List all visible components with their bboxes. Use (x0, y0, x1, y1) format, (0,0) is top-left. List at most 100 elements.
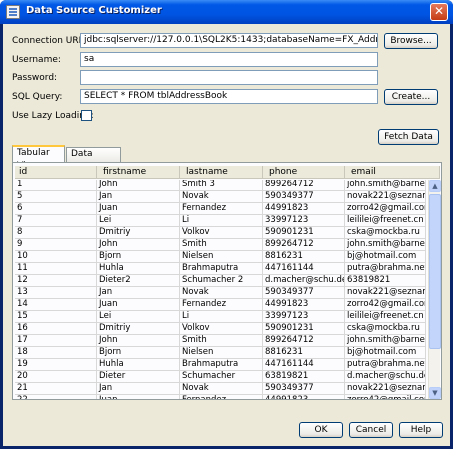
table-cell-id[interactable]: 20 (15, 371, 97, 383)
table-cell-email[interactable]: putra@brahma.net (345, 359, 426, 371)
table-row[interactable]: 15 Lei Li 33997123 leililei@freenet.cn (15, 311, 426, 323)
table-cell-email[interactable]: john.smith@barney... (345, 180, 426, 191)
table-cell-firstname[interactable]: Lei (97, 215, 180, 227)
table-cell-id[interactable]: 19 (15, 359, 97, 371)
table-cell-id[interactable]: 21 (15, 383, 97, 395)
table-cell-phone[interactable]: d.macher@schu.de (263, 275, 345, 287)
table-cell-phone[interactable]: 44991823 (263, 395, 345, 399)
table-row[interactable]: 8 Dmitriy Volkov 590901231 cska@mockba.ru (15, 227, 426, 239)
table-cell-lastname[interactable]: Li (180, 215, 263, 227)
table-cell-email[interactable]: putra@brahma.net (345, 263, 426, 275)
table-cell-firstname[interactable]: Jan (97, 287, 180, 299)
table-cell-phone[interactable]: 63819821 (263, 371, 345, 383)
tab-tabular-view[interactable]: Tabular View (12, 145, 65, 171)
table-cell-phone[interactable]: 590349377 (263, 191, 345, 203)
password-field[interactable] (80, 70, 378, 85)
table-row[interactable]: 19 Huhla Brahmaputra 447161144 putra@brahma.… (15, 359, 426, 371)
table-cell-firstname[interactable]: Bjorn (97, 251, 180, 263)
table-cell-id[interactable]: 1 (15, 180, 97, 191)
lazy-loading-checkbox[interactable] (81, 110, 92, 121)
table-cell-firstname[interactable]: Bjorn (97, 347, 180, 359)
close-button[interactable]: ✕ (430, 3, 448, 21)
table-row[interactable]: 9JohnSmith899264712john.smith@barney... (15, 239, 426, 251)
create-button[interactable]: Create... (384, 89, 438, 105)
sql-query-field[interactable]: SELECT * FROM tblAddressBook (80, 89, 378, 104)
table-cell-phone[interactable]: 590901231 (263, 323, 345, 335)
column-header-lastname[interactable]: lastname (180, 166, 263, 179)
table-cell-lastname[interactable]: Brahmaputra (180, 263, 263, 275)
table-cell-email[interactable]: cska@mockba.ru (345, 323, 426, 335)
help-button[interactable]: Help (399, 422, 443, 438)
table-cell-email[interactable]: bj@hotmail.com (345, 347, 426, 359)
table-cell-phone[interactable]: 447161144 (263, 359, 345, 371)
table-cell-lastname[interactable]: Smith (180, 239, 263, 251)
table-cell-firstname[interactable]: Huhla (97, 263, 180, 275)
table-cell-id[interactable]: 15 (15, 311, 97, 323)
table-cell-firstname[interactable]: Huhla (97, 359, 180, 371)
table-cell-phone[interactable]: 899264712 (263, 335, 345, 347)
column-header-firstname[interactable]: firstname (97, 166, 180, 179)
table-row[interactable]: 5JanNovak590349377novak221@seznam.cz (15, 191, 426, 203)
table-cell-firstname[interactable]: Dieter2 (97, 275, 180, 287)
table-cell-phone[interactable]: 33997123 (263, 311, 345, 323)
table-cell-phone[interactable]: 44991823 (263, 203, 345, 215)
table-row[interactable]: 22JuanFernandez44991823zorro42@gmail.com (15, 395, 426, 399)
table-cell-id[interactable]: 17 (15, 335, 97, 347)
table-cell-id[interactable]: 22 (15, 395, 97, 399)
table-cell-firstname[interactable]: Jan (97, 191, 180, 203)
table-cell-email[interactable]: leililei@freenet.cn (345, 215, 426, 227)
tab-data-sources[interactable]: Data Sources (66, 147, 121, 172)
table-cell-lastname[interactable]: Novak (180, 287, 263, 299)
table-cell-id[interactable]: 7 (15, 215, 97, 227)
table-cell-lastname[interactable]: Novak (180, 383, 263, 395)
table-cell-lastname[interactable]: Nielsen (180, 347, 263, 359)
table-cell-phone[interactable]: 8816231 (263, 347, 345, 359)
table-cell-firstname[interactable]: Juan (97, 299, 180, 311)
table-cell-email[interactable]: bj@hotmail.com (345, 251, 426, 263)
ok-button[interactable]: OK (299, 422, 343, 438)
table-cell-lastname[interactable]: Smith 3 (180, 180, 263, 191)
table-cell-email[interactable]: zorro42@gmail.com (345, 299, 426, 311)
table-cell-phone[interactable]: 8816231 (263, 251, 345, 263)
table-cell-email[interactable]: d.macher@schu.de (345, 371, 426, 383)
table-cell-email[interactable]: cska@mockba.ru (345, 227, 426, 239)
table-cell-email[interactable]: novak221@seznam.cz (345, 191, 426, 203)
table-row[interactable]: 12 Dieter2 Schumacher 2 d.macher@schu.de 638… (15, 275, 426, 287)
table-cell-id[interactable]: 14 (15, 299, 97, 311)
table-row[interactable]: 21JanNovak590349377novak221@seznam.cz (15, 383, 426, 395)
table-row[interactable]: 16 Dmitriy Volkov 590901231 cska@mockba.ru (15, 323, 426, 335)
table-cell-email[interactable]: leililei@freenet.cn (345, 311, 426, 323)
table-cell-firstname[interactable]: Dmitriy (97, 323, 180, 335)
table-cell-id[interactable]: 18 (15, 347, 97, 359)
fetch-data-button[interactable]: Fetch Data (378, 129, 439, 145)
table-cell-firstname[interactable]: Juan (97, 203, 180, 215)
table-cell-firstname[interactable]: Dieter (97, 371, 180, 383)
table-cell-lastname[interactable]: Schumacher 2 (180, 275, 263, 287)
table-cell-lastname[interactable]: Schumacher (180, 371, 263, 383)
table-cell-phone[interactable]: 590349377 (263, 287, 345, 299)
table-cell-id[interactable]: 12 (15, 275, 97, 287)
table-cell-id[interactable]: 16 (15, 323, 97, 335)
table-cell-phone[interactable]: 447161144 (263, 263, 345, 275)
table-cell-id[interactable]: 5 (15, 191, 97, 203)
table-row[interactable]: 1JohnSmith 3899264712john.smith@barney..… (15, 180, 426, 191)
table-cell-lastname[interactable]: Volkov (180, 323, 263, 335)
table-cell-phone[interactable]: 590349377 (263, 383, 345, 395)
cancel-button[interactable]: Cancel (349, 422, 393, 438)
table-cell-email[interactable]: john.smith@barney... (345, 239, 426, 251)
column-header-phone[interactable]: phone (263, 166, 345, 179)
table-row[interactable]: 18 Bjorn Nielsen 8816231 bj@hotmail.com (15, 347, 426, 359)
column-header-email[interactable]: email (345, 166, 440, 179)
table-cell-lastname[interactable]: Fernandez (180, 203, 263, 215)
table-row[interactable]: 7 Lei Li 33997123 leililei@freenet.cn (15, 215, 426, 227)
table-cell-phone[interactable]: 899264712 (263, 239, 345, 251)
table-cell-lastname[interactable]: Brahmaputra (180, 359, 263, 371)
username-field[interactable]: sa (80, 52, 378, 67)
table-cell-lastname[interactable]: Volkov (180, 227, 263, 239)
table-cell-id[interactable]: 11 (15, 263, 97, 275)
table-cell-phone[interactable]: 590901231 (263, 227, 345, 239)
table-cell-firstname[interactable]: Dmitriy (97, 227, 180, 239)
table-cell-lastname[interactable]: Novak (180, 191, 263, 203)
table-cell-id[interactable]: 6 (15, 203, 97, 215)
title-bar[interactable]: Data Source Customizer ✕ (0, 0, 453, 24)
